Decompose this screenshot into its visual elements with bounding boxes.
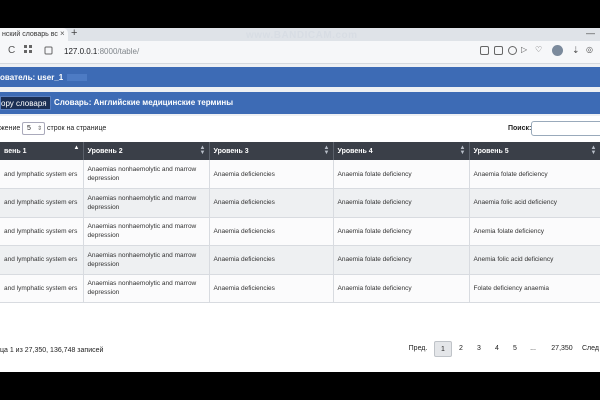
site-info-icon[interactable]: [44, 46, 53, 58]
user-bar: ователь: user_1: [0, 67, 600, 87]
sort-icon: ▲ ▼: [323, 145, 330, 156]
pagination-page-5[interactable]: 5: [508, 341, 522, 357]
pagination-page-last[interactable]: 27,350: [548, 341, 576, 357]
sort-icon: ▲ ▼: [199, 145, 206, 156]
table-cell: Anaemia deficiencies: [209, 274, 334, 303]
pagination-ellipsis: ...: [530, 345, 536, 352]
screenshot-icon[interactable]: [480, 46, 489, 55]
table-cell: Anaemia folate deficiency: [333, 245, 470, 275]
heart-icon[interactable]: ♡: [535, 45, 542, 54]
table-cell: Anaemia deficiencies: [209, 245, 334, 275]
reload-icon[interactable]: C: [8, 45, 15, 56]
table-header-row: вень 1 ▲ Уровень 2 ▲ ▼ Уровень 3 ▲ ▼ Уровень …: [0, 142, 600, 160]
sort-icon: ▲ ▼: [590, 145, 597, 156]
url-host: 127.0.0.1: [64, 47, 98, 56]
records-info: ца 1 из 27,350, 136,748 записей: [0, 347, 104, 354]
table-row[interactable]: and lymphatic system ers Anaemias nonhae…: [0, 245, 600, 275]
table-cell: Anaemias nonhaemolytic and marrow depres…: [83, 188, 210, 218]
user-link[interactable]: [67, 74, 88, 82]
page-size-value: 5: [27, 125, 31, 132]
camera-icon[interactable]: [494, 46, 503, 55]
pagination-page-3[interactable]: 3: [472, 341, 486, 357]
watermark: www.BANDICAM.com: [246, 30, 358, 41]
column-header-level-1[interactable]: вень 1 ▲: [0, 142, 84, 160]
search-label: Поиск:: [508, 125, 532, 132]
table-cell: Anaemia folic acid deficiency: [469, 188, 600, 218]
tab-strip: нский словарь вс × + www.BANDICAM.com —: [0, 28, 600, 41]
tab-close-icon[interactable]: ×: [60, 29, 65, 38]
letterbox-bottom: [0, 372, 600, 400]
address-toolbar: C 127.0.0.1:8000/table/ ▷ ♡ ⇣ ◎: [0, 41, 600, 64]
table-cell: Anaemias nonhaemolytic and marrow depres…: [83, 160, 210, 189]
url-path: :8000/table/: [97, 47, 140, 56]
tab-title: нский словарь вс: [2, 31, 58, 38]
table-row[interactable]: and lymphatic system ers Anaemias nonhae…: [0, 188, 600, 218]
pagination-next-button[interactable]: След: [582, 341, 600, 357]
table-cell: and lymphatic system ers: [0, 160, 84, 189]
table-cell: Anaemia deficiencies: [209, 188, 334, 218]
search-input[interactable]: [531, 121, 600, 136]
table-cell: Anemia folate deficiency: [469, 217, 600, 246]
user-label: ователь: user_1: [0, 73, 64, 82]
app-page: ователь: user_1 ору словаря Словарь: Анг…: [0, 64, 600, 372]
shield-icon[interactable]: [508, 46, 517, 55]
table-cell: Anaemia folate deficiency: [333, 188, 470, 218]
table-cell: Anaemia deficiencies: [209, 217, 334, 246]
terms-table: вень 1 ▲ Уровень 2 ▲ ▼ Уровень 3 ▲ ▼ Уровень …: [0, 142, 600, 303]
table-cell: and lymphatic system ers: [0, 245, 84, 275]
pagination-page-1[interactable]: 1: [434, 341, 452, 357]
table-cell: Anaemia folate deficiency: [333, 160, 470, 189]
table-row[interactable]: and lymphatic system ers Anaemias nonhae…: [0, 217, 600, 246]
table-row[interactable]: and lymphatic system ers Anaemias nonhae…: [0, 160, 600, 189]
back-to-dictionaries-button[interactable]: ору словаря: [0, 96, 51, 110]
column-header-level-3[interactable]: Уровень 3 ▲ ▼: [209, 142, 334, 160]
table-cell: Anaemias nonhaemolytic and marrow depres…: [83, 217, 210, 246]
minimize-icon[interactable]: —: [586, 28, 595, 38]
column-header-level-4[interactable]: Уровень 4 ▲ ▼: [333, 142, 470, 160]
pagination-page-2[interactable]: 2: [454, 341, 468, 357]
show-label: жение: [0, 125, 21, 132]
dictionary-bar: ору словаря Словарь: Английские медицинс…: [0, 92, 600, 114]
browser-window: нский словарь вс × + www.BANDICAM.com — …: [0, 28, 600, 372]
table-cell: Anaemias nonhaemolytic and marrow depres…: [83, 274, 210, 303]
pagination-page-4[interactable]: 4: [490, 341, 504, 357]
table-cell: Anaemia deficiencies: [209, 160, 334, 189]
table-panel: жение 5 ⇕ строк на странице Поиск: вень …: [0, 116, 600, 372]
per-page-label: строк на странице: [47, 125, 107, 132]
profile-avatar-icon[interactable]: [552, 45, 563, 56]
column-header-level-5[interactable]: Уровень 5 ▲ ▼: [469, 142, 600, 160]
select-arrows-icon: ⇕: [36, 126, 42, 132]
dictionary-title: Словарь: Английские медицинские термины: [54, 98, 234, 107]
sort-icon: ▲ ▼: [459, 145, 466, 156]
pagination-prev-button[interactable]: Пред.: [406, 341, 430, 357]
new-tab-icon[interactable]: +: [71, 28, 77, 39]
send-icon[interactable]: ▷: [521, 45, 527, 54]
url-bar[interactable]: 127.0.0.1:8000/table/: [64, 47, 139, 56]
table-cell: and lymphatic system ers: [0, 274, 84, 303]
page-size-select[interactable]: 5 ⇕: [22, 122, 45, 135]
table-cell: Folate deficiency anaemia: [469, 274, 600, 303]
sort-asc-icon: ▲: [73, 145, 80, 151]
table-cell: Anaemia folate deficiency: [469, 160, 600, 189]
column-header-level-2[interactable]: Уровень 2 ▲ ▼: [83, 142, 210, 160]
table-cell: Anaemias nonhaemolytic and marrow depres…: [83, 245, 210, 275]
table-cell: and lymphatic system ers: [0, 217, 84, 246]
table-cell: Anemia folic acid deficiency: [469, 245, 600, 275]
browser-tab[interactable]: нский словарь вс ×: [0, 28, 68, 41]
table-cell: and lymphatic system ers: [0, 188, 84, 218]
apps-grid-icon[interactable]: [24, 45, 33, 57]
menu-icon[interactable]: ◎: [586, 45, 593, 54]
table-cell: Anaemia folate deficiency: [333, 274, 470, 303]
table-row[interactable]: and lymphatic system ers Anaemias nonhae…: [0, 274, 600, 303]
table-cell: Anaemia folate deficiency: [333, 217, 470, 246]
download-icon[interactable]: ⇣: [572, 45, 580, 56]
